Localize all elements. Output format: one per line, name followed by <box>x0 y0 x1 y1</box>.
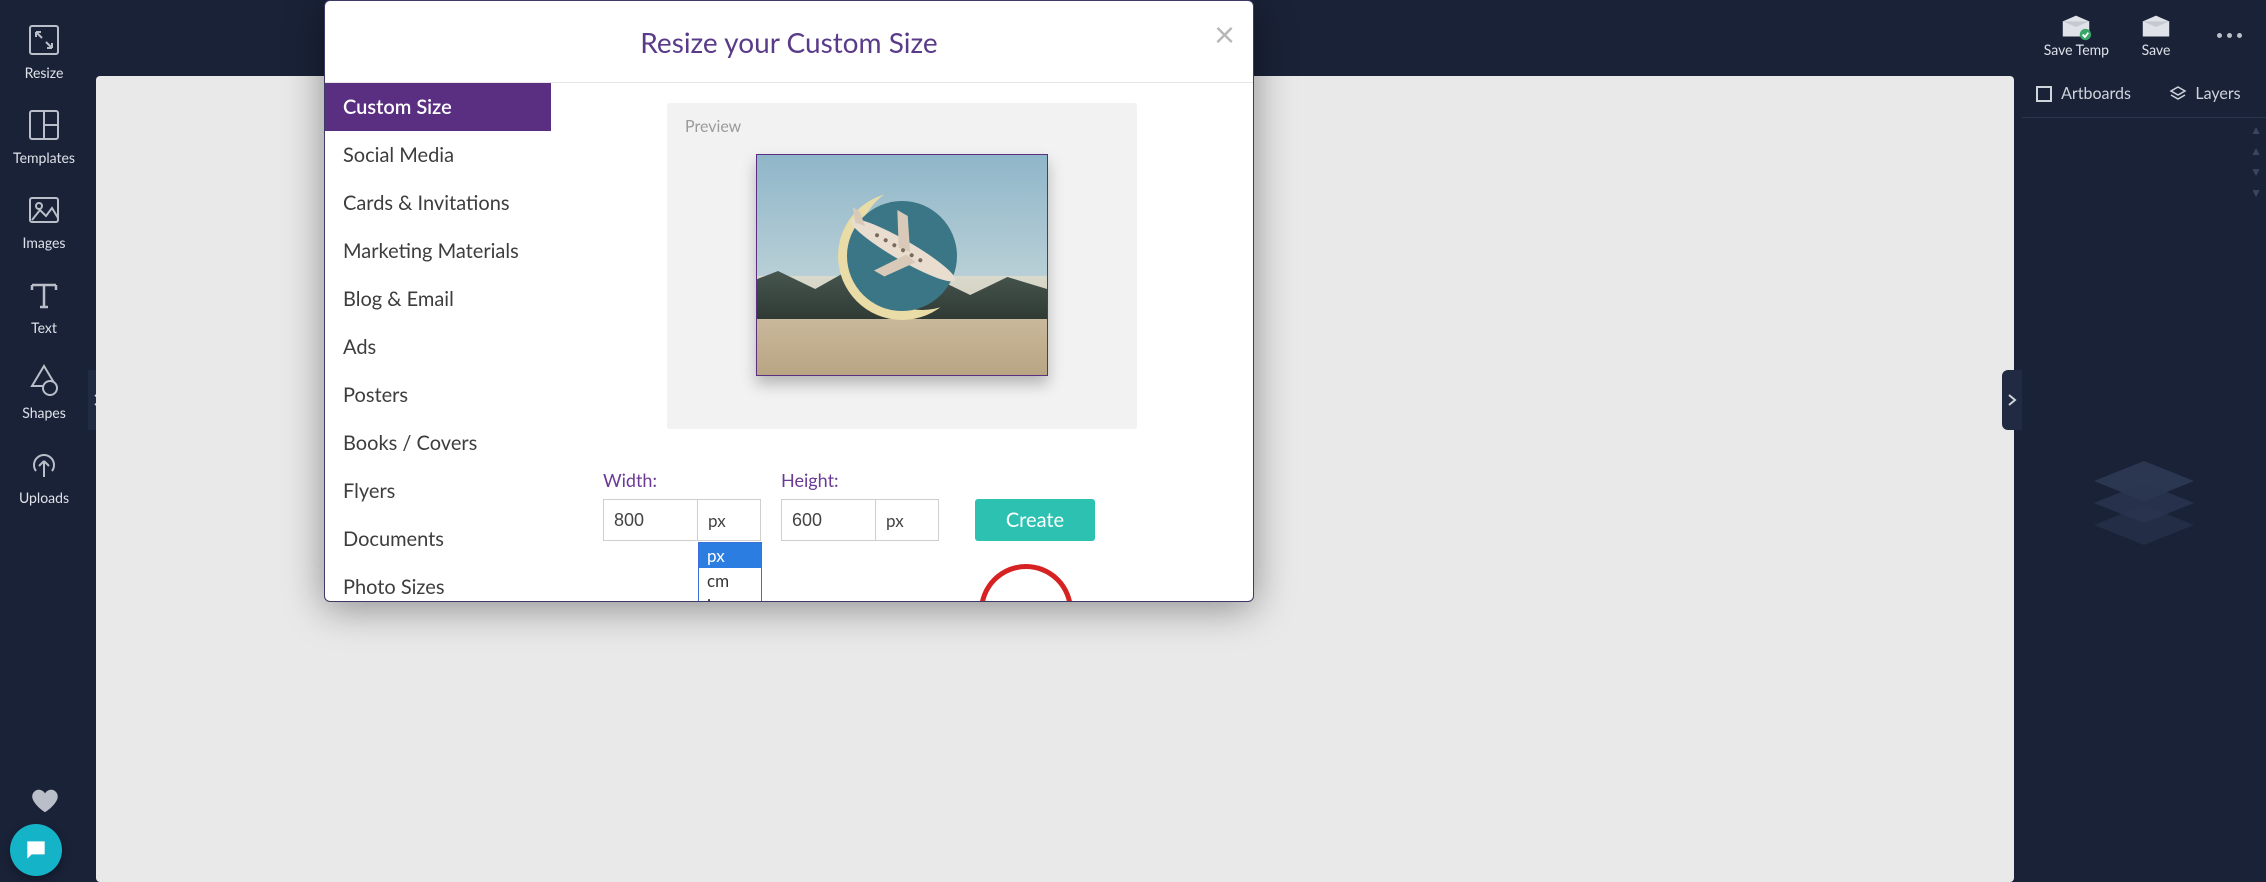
category-cards-invitations[interactable]: Cards & Invitations <box>325 179 551 227</box>
width-input[interactable] <box>603 499 697 541</box>
width-field: Width: px px cm in <box>603 469 761 541</box>
height-input[interactable] <box>781 499 875 541</box>
create-button[interactable]: Create <box>975 499 1095 541</box>
unit-dropdown[interactable]: px cm in <box>698 542 762 601</box>
height-unit-value: px <box>886 510 904 531</box>
modal-title: Resize your Custom Size <box>640 25 937 59</box>
category-documents[interactable]: Documents <box>325 515 551 563</box>
category-marketing-materials[interactable]: Marketing Materials <box>325 227 551 275</box>
category-custom-size[interactable]: Custom Size <box>325 83 551 131</box>
unit-option-cm[interactable]: cm <box>699 568 761 593</box>
category-blog-email[interactable]: Blog & Email <box>325 275 551 323</box>
preview-image <box>756 154 1048 376</box>
resize-modal: Resize your Custom Size × Custom Size So… <box>324 0 1254 602</box>
unit-option-in[interactable]: in <box>699 593 761 601</box>
height-label: Height: <box>781 469 939 491</box>
width-unit-select[interactable]: px px cm in <box>697 499 761 541</box>
category-books-covers[interactable]: Books / Covers <box>325 419 551 467</box>
category-photo-sizes[interactable]: Photo Sizes <box>325 563 551 601</box>
width-unit-value: px <box>708 510 726 531</box>
annotation-circle <box>979 564 1073 601</box>
category-posters[interactable]: Posters <box>325 371 551 419</box>
category-list[interactable]: Custom Size Social Media Cards & Invitat… <box>325 83 551 601</box>
size-inputs: Width: px px cm in <box>603 469 1201 541</box>
preview-label: Preview <box>685 117 1119 136</box>
size-pane: Preview <box>551 83 1253 601</box>
height-unit-display[interactable]: px <box>875 499 939 541</box>
category-flyers[interactable]: Flyers <box>325 467 551 515</box>
width-label: Width: <box>603 469 761 491</box>
modal-header: Resize your Custom Size × <box>325 1 1253 83</box>
close-icon[interactable]: × <box>1214 15 1235 51</box>
create-button-label: Create <box>1006 508 1064 532</box>
modal-backdrop: Resize your Custom Size × Custom Size So… <box>0 0 2266 882</box>
category-ads[interactable]: Ads <box>325 323 551 371</box>
unit-option-px[interactable]: px <box>699 543 761 568</box>
height-field: Height: px <box>781 469 939 541</box>
category-social-media[interactable]: Social Media <box>325 131 551 179</box>
preview-box: Preview <box>667 103 1137 429</box>
